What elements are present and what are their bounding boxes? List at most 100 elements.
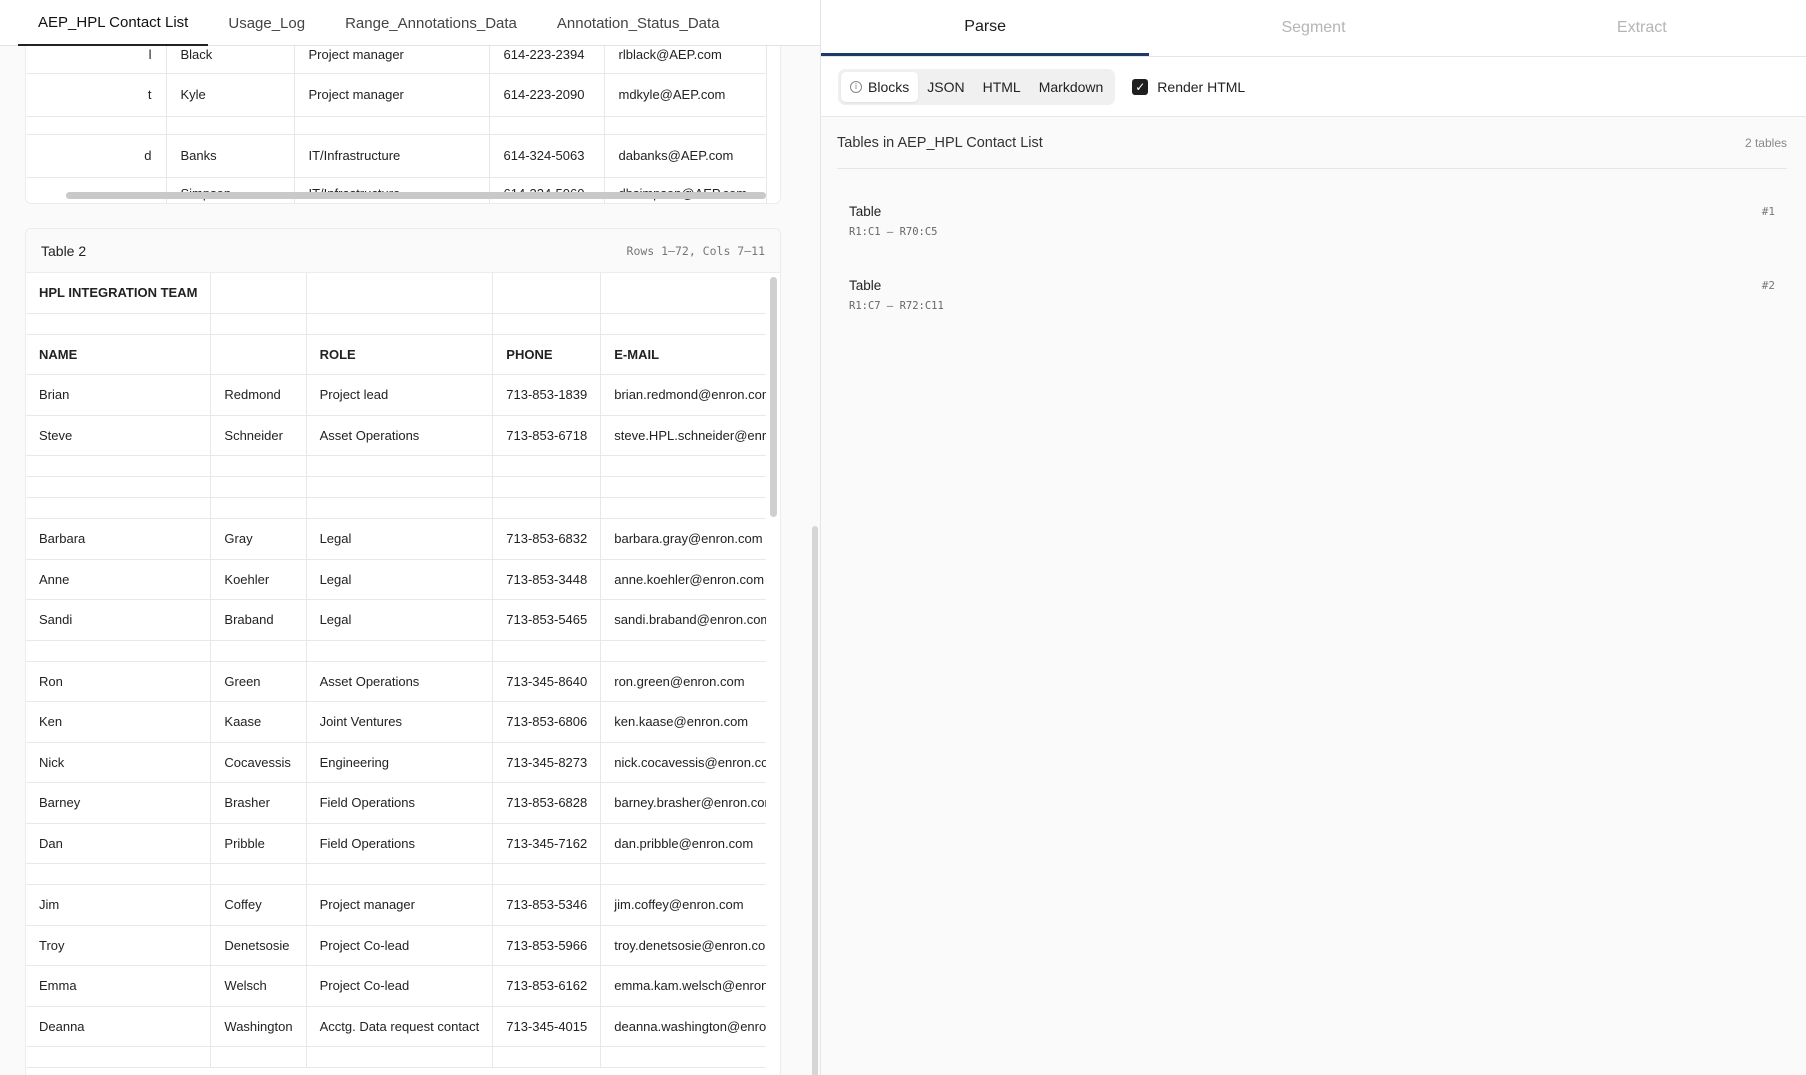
table-cell[interactable]: 713-853-5465	[492, 599, 602, 641]
table-cell[interactable]	[26, 116, 167, 135]
table-cell[interactable]	[600, 313, 766, 335]
table-cell[interactable]: Simpson	[166, 177, 295, 203]
table-cell[interactable]	[306, 455, 494, 477]
pane-vertical-scrollbar[interactable]	[812, 526, 818, 1075]
table-cell[interactable]	[210, 334, 307, 375]
table-cell[interactable]: Troy	[26, 925, 212, 966]
table-cell[interactable]: Cocavessis	[210, 742, 307, 783]
json-button[interactable]: JSON	[918, 72, 973, 102]
table-cell[interactable]: barney.brasher@enron.com	[600, 782, 766, 824]
table-cell[interactable]: Sandi	[26, 599, 212, 641]
table-cell[interactable]: 713-853-6718	[492, 415, 602, 456]
table-cell[interactable]: 713-853-6828	[492, 782, 602, 824]
table-cell[interactable]	[210, 273, 307, 314]
tab-extract[interactable]: Extract	[1478, 0, 1806, 56]
table-cell[interactable]: NAME	[26, 334, 212, 375]
table-cell[interactable]: Braband	[210, 599, 307, 641]
table-cell[interactable]	[492, 455, 602, 477]
table-list-item-1[interactable]: Table R1:C1 – R70:C5 #1	[837, 191, 1787, 253]
table-cell[interactable]: Asset Operations	[306, 415, 494, 456]
table-cell[interactable]: 713-345-4015	[492, 1006, 602, 1047]
table-cell[interactable]	[294, 116, 490, 135]
table-cell[interactable]	[210, 455, 307, 477]
table-cell[interactable]: 713-853-3448	[492, 559, 602, 600]
table-cell[interactable]	[492, 640, 602, 662]
table-cell[interactable]: brian.redmond@enron.com	[600, 374, 766, 416]
table-cell[interactable]	[26, 177, 167, 203]
table-cell[interactable]	[306, 1046, 494, 1068]
render-html-toggle[interactable]: ✓ Render HTML	[1132, 78, 1245, 95]
table-cell[interactable]: Engineering	[306, 742, 494, 783]
table-cell[interactable]	[306, 313, 494, 335]
table-cell[interactable]	[26, 863, 212, 885]
table-cell[interactable]: Anne	[26, 559, 212, 600]
table-cell[interactable]	[600, 863, 766, 885]
table-list-item-2[interactable]: Table R1:C7 – R72:C11 #2	[837, 265, 1787, 327]
table-cell[interactable]: Jim	[26, 884, 212, 926]
sheet-tab-annotation-status-data[interactable]: Annotation_Status_Data	[537, 0, 740, 46]
table-cell[interactable]: 713-853-6832	[492, 518, 602, 560]
table-cell[interactable]: 614-223-2090	[489, 73, 605, 117]
table-cell[interactable]: Welsch	[210, 965, 307, 1007]
table-cell[interactable]: Denetsosie	[210, 925, 307, 966]
sheet-tab-range-annotations-data[interactable]: Range_Annotations_Data	[325, 0, 537, 46]
table-cell[interactable]	[26, 640, 212, 662]
table-cell[interactable]: 713-853-5966	[492, 925, 602, 966]
table-cell[interactable]: sandi.braband@enron.com	[600, 599, 766, 641]
blocks-button[interactable]: i Blocks	[841, 71, 919, 102]
table-cell[interactable]: l	[26, 46, 167, 74]
table-cell[interactable]: Asset Operations	[306, 661, 494, 702]
table-cell[interactable]	[26, 476, 212, 498]
sheet-tab-usage-log[interactable]: Usage_Log	[208, 0, 325, 46]
table-cell[interactable]: PHONE	[492, 334, 602, 375]
scrollbar-thumb[interactable]	[66, 192, 766, 199]
table-cell[interactable]: 713-345-8640	[492, 661, 602, 702]
table-cell[interactable]	[600, 273, 766, 314]
table-cell[interactable]: 713-853-5346	[492, 884, 602, 926]
table-cell[interactable]: Joint Ventures	[306, 701, 494, 743]
table-cell[interactable]: ron.green@enron.com	[600, 661, 766, 702]
table-cell[interactable]: Barbara	[26, 518, 212, 560]
table-cell[interactable]	[492, 497, 602, 519]
table-cell[interactable]: emma.kam.welsch@enron.com	[600, 965, 766, 1007]
table-cell[interactable]	[600, 640, 766, 662]
table-cell[interactable]	[26, 497, 212, 519]
table-cell[interactable]: Project lead	[306, 374, 494, 416]
table-cell[interactable]: Washington	[210, 1006, 307, 1047]
table-cell[interactable]: E-MAIL	[600, 334, 766, 375]
html-button[interactable]: HTML	[974, 72, 1030, 102]
table-cell[interactable]: rlblack@AEP.com	[604, 46, 767, 74]
table-cell[interactable]: 713-345-7162	[492, 823, 602, 864]
table-cell[interactable]	[600, 476, 766, 498]
table-cell[interactable]: Emma	[26, 965, 212, 1007]
table-cell[interactable]: Barney	[26, 782, 212, 824]
table-cell[interactable]: 713-853-1839	[492, 374, 602, 416]
table-cell[interactable]: Ken	[26, 701, 212, 743]
table-cell[interactable]	[166, 116, 295, 135]
table-cell[interactable]: dabanks@AEP.com	[604, 134, 767, 178]
table-cell[interactable]	[600, 1046, 766, 1068]
table-cell[interactable]	[306, 273, 494, 314]
table-cell[interactable]	[210, 497, 307, 519]
table-cell[interactable]: Brian	[26, 374, 212, 416]
table-cell[interactable]: Project Co-lead	[306, 925, 494, 966]
table-cell[interactable]: 713-345-8273	[492, 742, 602, 783]
table-cell[interactable]	[600, 455, 766, 477]
table-cell[interactable]: Legal	[306, 518, 494, 560]
table-cell[interactable]: Legal	[306, 599, 494, 641]
table-cell[interactable]	[210, 640, 307, 662]
table-cell[interactable]	[210, 313, 307, 335]
table-cell[interactable]: Acctg. Data request contact	[306, 1006, 494, 1047]
table-cell[interactable]: Banks	[166, 134, 295, 178]
table-cell[interactable]: 614-324-5063	[489, 134, 605, 178]
table-cell[interactable]: 614-324-5060	[489, 177, 605, 203]
table-cell[interactable]: Pribble	[210, 823, 307, 864]
table-cell[interactable]: deanna.washington@enron.com	[600, 1006, 766, 1047]
table-cell[interactable]: anne.koehler@enron.com	[600, 559, 766, 600]
table-cell[interactable]: ken.kaase@enron.com	[600, 701, 766, 743]
table-cell[interactable]	[306, 863, 494, 885]
table-cell[interactable]	[210, 863, 307, 885]
table-cell[interactable]: Brasher	[210, 782, 307, 824]
table-cell[interactable]: Field Operations	[306, 823, 494, 864]
table-cell[interactable]: ROLE	[306, 334, 494, 375]
